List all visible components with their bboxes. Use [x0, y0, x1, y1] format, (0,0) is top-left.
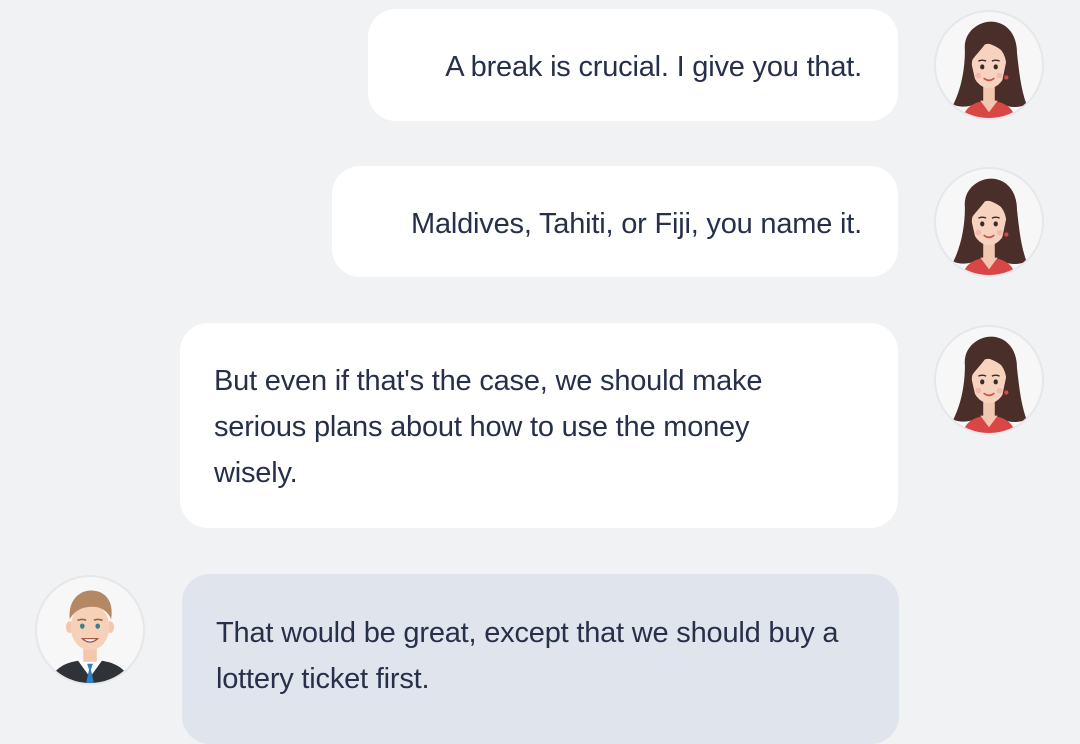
message-text: That would be great, except that we shou…: [216, 617, 839, 695]
message-text: But even if that's the case, we should m…: [214, 365, 763, 489]
message-bubble: A break is crucial. I give you that.: [368, 9, 898, 121]
woman-avatar-icon[interactable]: [934, 325, 1044, 435]
message-bubble: That would be great, except that we shou…: [182, 574, 899, 744]
woman-avatar-icon[interactable]: [934, 167, 1044, 277]
woman-avatar-icon[interactable]: [934, 10, 1044, 120]
message-bubble: Maldives, Tahiti, or Fiji, you name it.: [332, 166, 898, 277]
message-text: Maldives, Tahiti, or Fiji, you name it.: [410, 208, 862, 240]
man-avatar-icon[interactable]: [35, 575, 145, 685]
message-text: A break is crucial. I give you that.: [445, 51, 862, 83]
message-bubble: But even if that's the case, we should m…: [180, 323, 898, 528]
